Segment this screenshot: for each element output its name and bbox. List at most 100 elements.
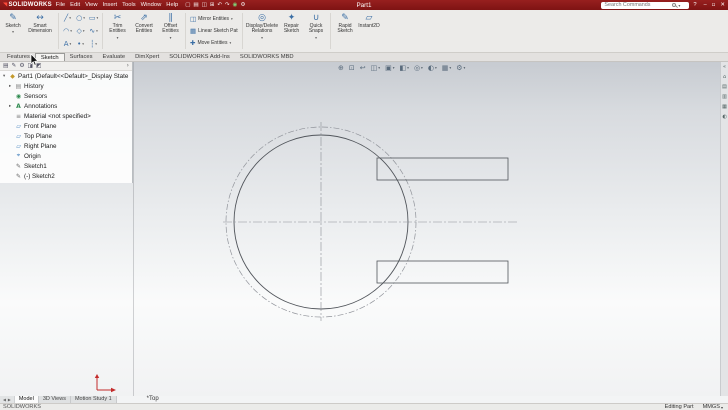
options-gear-icon[interactable]: ⚙ xyxy=(240,2,245,8)
undo-icon[interactable]: ↶ xyxy=(217,2,222,8)
trim-label: Trim Entities xyxy=(109,23,126,35)
tree-item-top-plane[interactable]: ▱ Top Plane xyxy=(0,131,132,141)
appearances-icon[interactable]: ◐ xyxy=(722,114,727,120)
new-document-icon[interactable]: ▢ xyxy=(185,2,190,8)
repair-sketch-button[interactable]: ✦ Repair Sketch xyxy=(279,11,304,51)
mirror-entities-button[interactable]: ◫ Mirror Entities ▾ xyxy=(190,15,238,23)
line-tool-button[interactable]: ╱ ▾ xyxy=(61,12,74,25)
menu-window[interactable]: Window xyxy=(141,2,162,8)
view-settings-icon[interactable]: ⚙ ▾ xyxy=(456,64,465,72)
previous-view-icon[interactable]: ↩ xyxy=(360,64,366,72)
panel-divider[interactable] xyxy=(133,62,134,396)
minimize-icon[interactable]: – xyxy=(704,0,707,10)
expand-arrow-icon[interactable]: ▸ xyxy=(9,84,13,89)
tab-evaluate[interactable]: Evaluate xyxy=(98,53,131,61)
tree-item-right-plane[interactable]: ▱ Right Plane xyxy=(0,141,132,151)
caret-icon: ▾ xyxy=(463,66,466,70)
display-delete-relations-button[interactable]: ◎ Display/Delete Relations ▾ xyxy=(245,11,279,51)
redo-icon[interactable]: ↷ xyxy=(225,2,230,8)
open-icon[interactable]: ▤ xyxy=(193,2,198,8)
tab-model[interactable]: Model xyxy=(14,396,39,403)
hide-show-items-icon[interactable]: ◎ ▾ xyxy=(414,64,423,72)
tab-scroll-right-icon[interactable]: ▶ xyxy=(8,397,11,402)
tree-item-material[interactable]: ≡ Material <not specified> xyxy=(0,111,132,121)
tab-surfaces[interactable]: Surfaces xyxy=(65,53,98,61)
tree-item-sensors[interactable]: ◉ Sensors xyxy=(0,91,132,101)
tab-dimxpert[interactable]: DimXpert xyxy=(130,53,164,61)
tree-item-origin[interactable]: ⌖ Origin xyxy=(0,151,132,161)
menu-help[interactable]: Help xyxy=(166,2,178,8)
menu-view[interactable]: View xyxy=(85,2,97,8)
sketch-button[interactable]: ✎ Sketch ▾ xyxy=(2,11,24,51)
section-view-icon[interactable]: ◫ ▾ xyxy=(371,64,380,72)
tree-item-front-plane[interactable]: ▱ Front Plane xyxy=(0,121,132,131)
smart-dimension-button[interactable]: ↔ Smart Dimension xyxy=(24,11,56,51)
polygon-tool-button[interactable]: ◇ ▾ xyxy=(74,25,87,38)
instant2d-button[interactable]: ▱ Instant2D xyxy=(357,11,381,51)
solidworks-resources-icon[interactable]: ⌂ xyxy=(723,74,726,80)
expand-arrow-icon[interactable]: ▸ xyxy=(9,104,13,109)
menu-file[interactable]: File xyxy=(56,2,65,8)
menu-tools[interactable]: Tools xyxy=(122,2,136,8)
tree-root-part[interactable]: ▾ ◆ Part1 (Default<<Default>_Display Sta… xyxy=(0,71,132,81)
linear-sketch-pattern-button[interactable]: ▦ Linear Sketch Pattern ▾ xyxy=(190,27,238,35)
point-tool-button[interactable]: • ▾ xyxy=(74,38,87,51)
tree-item-sketch2[interactable]: ✎ (-) Sketch2 xyxy=(0,171,132,181)
file-explorer-icon[interactable]: ▥ xyxy=(722,94,727,100)
convert-entities-icon: ⇗ xyxy=(140,13,148,23)
featuremanager-tab-icon[interactable]: ▤ xyxy=(3,63,8,69)
tab-solidworks-mbd[interactable]: SOLIDWORKS MBD xyxy=(235,53,299,61)
zoom-to-area-icon[interactable]: ⊡ xyxy=(349,64,355,72)
tree-item-history[interactable]: ▸ ▤ History xyxy=(0,81,132,91)
restore-icon[interactable]: ▫ xyxy=(712,0,716,10)
close-icon[interactable]: ✕ xyxy=(720,0,725,10)
menu-insert[interactable]: Insert xyxy=(103,2,118,8)
search-box[interactable]: ▾ xyxy=(601,1,690,9)
convert-entities-button[interactable]: ⇗ Convert Entities xyxy=(130,11,158,51)
display-style-icon[interactable]: ◧ ▾ xyxy=(400,64,409,72)
propertymanager-tab-icon[interactable]: ✎ xyxy=(11,63,16,69)
slot-rectangle-top[interactable] xyxy=(376,157,509,181)
zoom-to-fit-icon[interactable]: ⊕ xyxy=(338,64,344,72)
text-tool-button[interactable]: A ▾ xyxy=(61,38,74,51)
units-dropdown[interactable]: MMGS ▾ xyxy=(703,404,723,410)
tree-item-label: Origin xyxy=(24,152,41,160)
orientation-triad xyxy=(94,374,116,393)
search-caret-icon[interactable]: ▾ xyxy=(678,3,680,8)
configurationmanager-tab-icon[interactable]: ⚙ xyxy=(19,63,24,69)
collapse-taskpane-icon[interactable]: « xyxy=(723,64,726,70)
view-palette-icon[interactable]: ▦ xyxy=(722,104,727,110)
quick-snaps-button[interactable]: ∪ Quick Snaps ▾ xyxy=(304,11,328,51)
offset-entities-button[interactable]: ∥ Offset Entities ▾ xyxy=(158,11,183,51)
tab-scroll-left-icon[interactable]: ◀ xyxy=(3,397,6,402)
menu-edit[interactable]: Edit xyxy=(70,2,80,8)
mirror-label: Mirror Entities xyxy=(198,16,229,22)
trim-entities-button[interactable]: ✂ Trim Entities ▾ xyxy=(105,11,130,51)
save-icon[interactable]: ◫ xyxy=(202,2,207,8)
rebuild-icon[interactable]: ◉ xyxy=(233,2,238,8)
tree-item-annotations[interactable]: ▸ A Annotations xyxy=(0,101,132,111)
collapse-arrow-icon[interactable]: ▾ xyxy=(3,74,7,79)
tab-solidworks-addins[interactable]: SOLIDWORKS Add-Ins xyxy=(164,53,235,61)
view-orientation-icon[interactable]: ▣ ▾ xyxy=(385,64,394,72)
arc-tool-button[interactable]: ◠ ▾ xyxy=(61,25,74,38)
rapid-sketch-button[interactable]: ✎ Rapid Sketch xyxy=(333,11,357,51)
centerline-tool-button[interactable]: ┆ ▾ xyxy=(87,38,100,51)
spline-tool-button[interactable]: ∿ ▾ xyxy=(87,25,100,38)
search-input[interactable] xyxy=(604,2,671,8)
circle-tool-button[interactable]: ○ ▾ xyxy=(74,12,87,25)
tab-3d-views[interactable]: 3D Views xyxy=(38,396,71,403)
design-library-icon[interactable]: ▤ xyxy=(722,84,727,90)
tree-item-sketch1[interactable]: ✎ Sketch1 xyxy=(0,161,132,171)
panel-expand-chevron-icon[interactable]: › xyxy=(127,63,129,69)
rectangle-tool-button[interactable]: ▭ ▾ xyxy=(87,12,100,25)
ribbon-separator xyxy=(242,13,243,49)
edit-appearance-icon[interactable]: ◐ ▾ xyxy=(428,64,437,72)
print-icon[interactable]: ⊞ xyxy=(210,2,215,8)
apply-scene-icon[interactable]: ▦ ▾ xyxy=(442,64,451,72)
tab-sketch[interactable]: Sketch xyxy=(34,53,65,61)
circle-icon: ○ xyxy=(76,14,83,22)
help-button[interactable]: ? xyxy=(693,2,696,8)
move-entities-button[interactable]: ✚ Move Entities ▾ xyxy=(190,39,238,47)
tab-motion-study-1[interactable]: Motion Study 1 xyxy=(70,396,117,403)
